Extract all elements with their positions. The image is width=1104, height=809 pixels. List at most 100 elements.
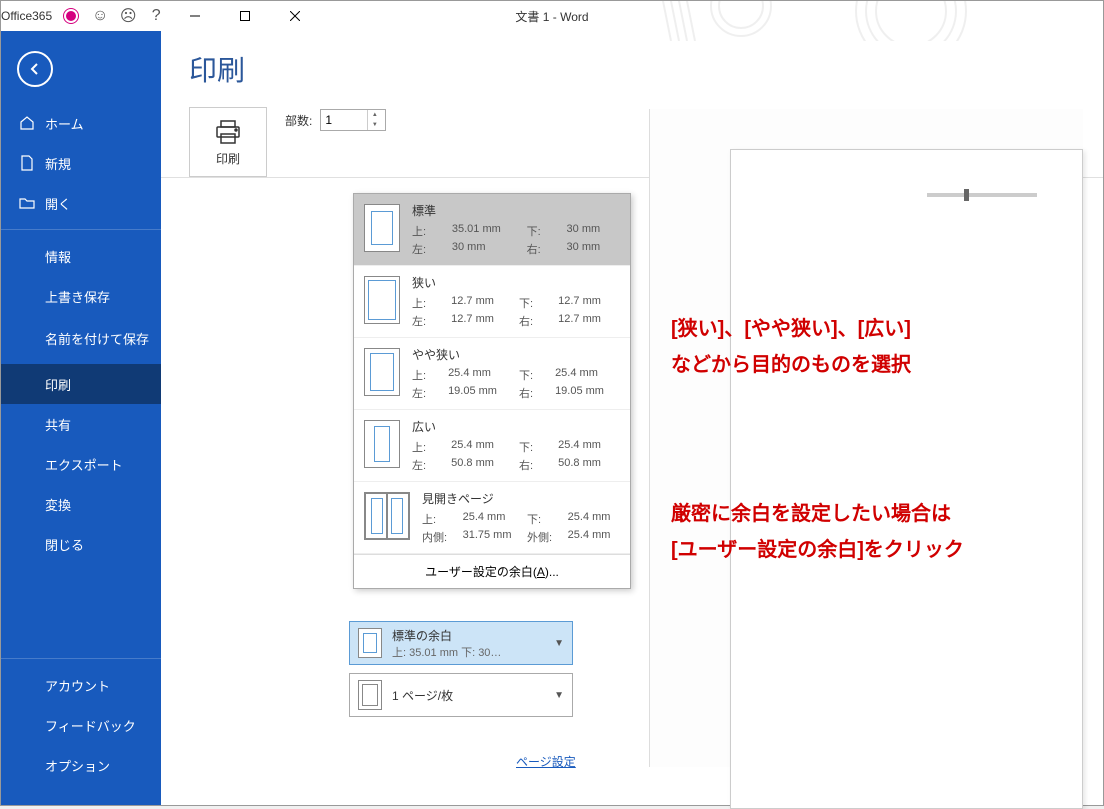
window-title: 文書 1 - Word xyxy=(515,8,588,25)
help-icon[interactable]: ? xyxy=(146,6,166,26)
nav-label: 開く xyxy=(45,194,71,213)
margin-value: 25.4 mm xyxy=(448,367,513,383)
nav-label: ホーム xyxy=(45,114,84,133)
margin-value: 上: xyxy=(412,439,445,455)
margin-thumb-icon xyxy=(364,420,400,468)
margin-thumb-icon xyxy=(358,628,382,658)
margin-value: 12.7 mm xyxy=(451,313,513,329)
margin-value: 19.05 mm xyxy=(555,385,620,401)
margin-value: 右: xyxy=(519,313,552,329)
margin-value: 25.4 mm xyxy=(463,511,521,527)
nav-label: オプション xyxy=(45,756,110,775)
nav-account[interactable]: アカウント xyxy=(1,665,161,705)
accent-dot-icon xyxy=(64,9,78,23)
nav-label: 新規 xyxy=(45,154,71,173)
preview-page xyxy=(730,149,1083,809)
margin-value: 上: xyxy=(412,367,442,383)
titlebar: 文書 1 - Word Office365 ☺ ☹ ? xyxy=(1,1,1103,31)
nav-export[interactable]: エクスポート xyxy=(1,444,161,484)
nav-home[interactable]: ホーム xyxy=(1,103,161,143)
nav-label: 共有 xyxy=(45,415,71,434)
pages-per-sheet-selector[interactable]: 1 ページ/枚 ▼ xyxy=(349,673,573,717)
margin-value: 25.4 mm xyxy=(555,367,620,383)
pages-thumb-icon xyxy=(358,680,382,710)
margin-name: 標準 xyxy=(412,202,620,219)
copies-label: 部数: xyxy=(285,112,312,129)
nav-save-as[interactable]: 名前を付けて保存 xyxy=(1,316,161,364)
backstage-sidebar: ホーム 新規 開く 情報 上書き保存 名前を付けて保存 印刷 共有 エクスポート… xyxy=(1,31,161,805)
spinner-down-icon[interactable]: ▼ xyxy=(367,120,381,130)
maximize-button[interactable] xyxy=(224,1,266,31)
nav-info[interactable]: 情報 xyxy=(1,236,161,276)
margin-selector[interactable]: 標準の余白 上: 35.01 mm 下: 30… ▼ xyxy=(349,621,573,665)
margin-name: やや狭い xyxy=(412,346,620,363)
happy-face-icon[interactable]: ☺ xyxy=(90,6,110,26)
chevron-down-icon: ▼ xyxy=(554,690,564,701)
nav-label: 印刷 xyxy=(45,375,71,394)
margin-value: 外側: xyxy=(527,529,562,545)
margin-value: 上: xyxy=(412,223,446,239)
nav-label: エクスポート xyxy=(45,455,123,474)
margin-value: 左: xyxy=(412,385,442,401)
margin-value: 右: xyxy=(527,241,561,257)
copies-input[interactable]: ▲ ▼ xyxy=(320,109,386,131)
margin-name: 見開きページ xyxy=(422,490,620,507)
page-setup-link[interactable]: ページ設定 xyxy=(516,753,576,770)
spinner-up-icon[interactable]: ▲ xyxy=(367,110,381,120)
nav-new[interactable]: 新規 xyxy=(1,143,161,183)
nav-convert[interactable]: 変換 xyxy=(1,484,161,524)
printer-icon xyxy=(214,118,242,146)
margin-value: 下: xyxy=(519,367,549,383)
close-button[interactable] xyxy=(274,1,316,31)
margins-dropdown: 標準上:35.01 mm下:30 mm左:30 mm右:30 mm狭い上:12.… xyxy=(353,193,631,589)
margin-thumb-icon xyxy=(364,348,400,396)
nav-label: 閉じる xyxy=(45,535,84,554)
margin-option[interactable]: 標準上:35.01 mm下:30 mm左:30 mm右:30 mm xyxy=(354,194,630,266)
office-label: Office365 xyxy=(1,9,52,23)
margin-value: 下: xyxy=(527,511,562,527)
nav-label: アカウント xyxy=(45,676,110,695)
nav-label: 変換 xyxy=(45,495,71,514)
annotation-1: [狭い]、[やや狭い]、[広い] などから目的のものを選択 xyxy=(671,311,911,383)
margin-option[interactable]: 狭い上:12.7 mm下:12.7 mm左:12.7 mm右:12.7 mm xyxy=(354,266,630,338)
margin-value: 30 mm xyxy=(452,241,521,257)
margin-value: 25.4 mm xyxy=(451,439,513,455)
margin-value: 19.05 mm xyxy=(448,385,513,401)
sad-face-icon[interactable]: ☹ xyxy=(118,6,138,26)
margin-name: 狭い xyxy=(412,274,620,291)
margin-value: 上: xyxy=(422,511,457,527)
margin-value: 35.01 mm xyxy=(452,223,521,239)
margin-option[interactable]: 見開きページ上:25.4 mm下:25.4 mm内側:31.75 mm外側:25… xyxy=(354,482,630,554)
nav-label: 情報 xyxy=(45,247,71,266)
minimize-button[interactable] xyxy=(174,1,216,31)
print-button[interactable]: 印刷 xyxy=(189,107,267,177)
margin-value: 下: xyxy=(519,439,552,455)
custom-margins[interactable]: ユーザー設定の余白(A)... xyxy=(354,554,630,588)
nav-options[interactable]: オプション xyxy=(1,745,161,785)
nav-share[interactable]: 共有 xyxy=(1,404,161,444)
margin-value: 下: xyxy=(519,295,552,311)
pages-per-sheet-label: 1 ページ/枚 xyxy=(392,687,544,704)
nav-save[interactable]: 上書き保存 xyxy=(1,276,161,316)
margin-selector-detail: 上: 35.01 mm 下: 30… xyxy=(392,644,544,660)
margin-value: 右: xyxy=(519,385,549,401)
margin-value: 12.7 mm xyxy=(558,295,620,311)
margin-selector-title: 標準の余白 xyxy=(392,627,544,644)
copies-field[interactable] xyxy=(321,113,367,127)
zoom-slider[interactable] xyxy=(927,193,1037,197)
margin-option[interactable]: 広い上:25.4 mm下:25.4 mm左:50.8 mm右:50.8 mm xyxy=(354,410,630,482)
margin-value: 左: xyxy=(412,457,445,473)
annotation-2: 厳密に余白を設定したい場合は [ユーザー設定の余白]をクリック xyxy=(671,496,964,568)
nav-print[interactable]: 印刷 xyxy=(1,364,161,404)
margin-value: 左: xyxy=(412,241,446,257)
nav-close[interactable]: 閉じる xyxy=(1,524,161,564)
margin-option[interactable]: やや狭い上: 25.4 mm 下: 25.4 mm 左: 19.05 mm 右: 19.05 … xyxy=(354,338,630,410)
margin-value: 12.7 mm xyxy=(451,295,513,311)
nav-open[interactable]: 開く xyxy=(1,183,161,223)
margin-value: 内側: xyxy=(422,529,457,545)
margin-value: 左: xyxy=(412,313,445,329)
margin-value: 右: xyxy=(519,457,552,473)
nav-feedback[interactable]: フィードバック xyxy=(1,705,161,745)
margin-thumb-icon xyxy=(364,492,410,540)
back-button[interactable] xyxy=(17,51,53,87)
